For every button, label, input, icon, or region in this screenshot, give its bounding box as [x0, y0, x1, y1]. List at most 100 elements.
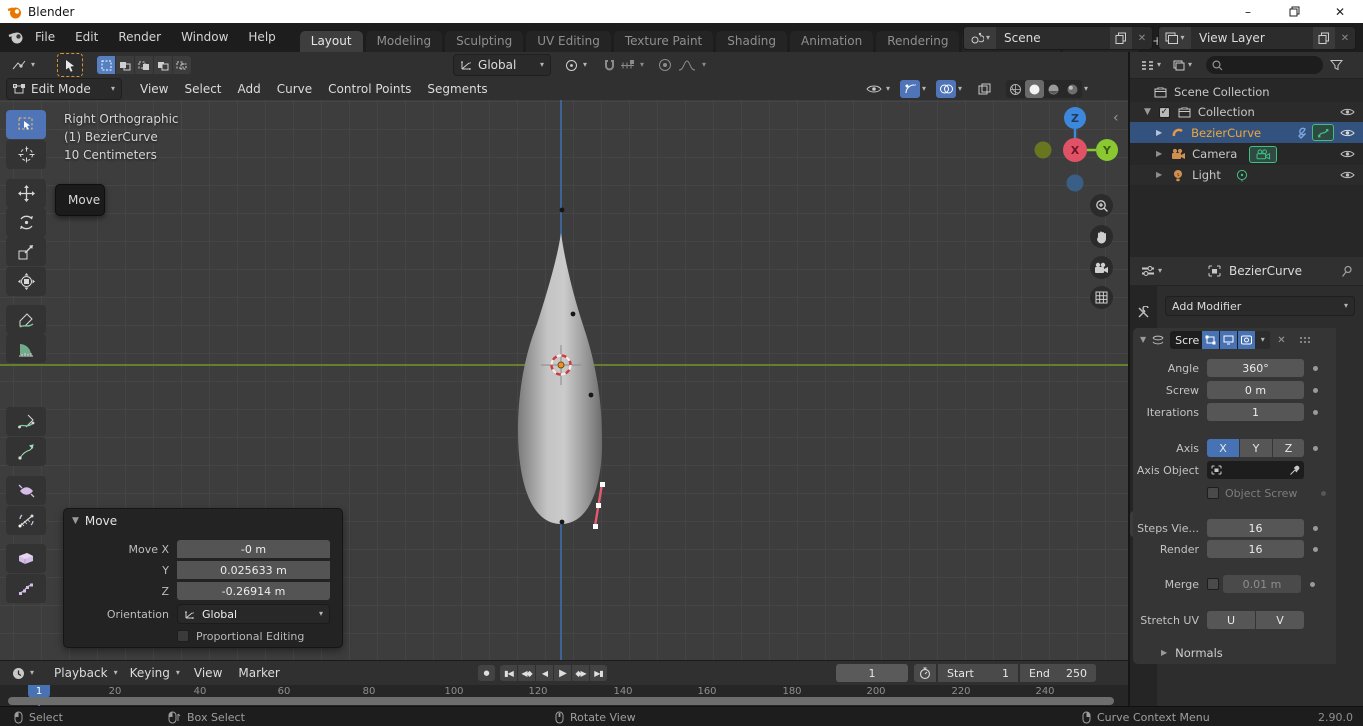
jump-to-end-button[interactable]: ▶▮: [590, 665, 607, 681]
next-keyframe-button[interactable]: ◆▶: [572, 665, 589, 681]
scene-name[interactable]: Scene: [996, 31, 1110, 45]
modifier-name-field[interactable]: Scre: [1175, 334, 1199, 347]
eye-icon[interactable]: [1340, 149, 1355, 159]
snap-magnet-icon[interactable]: [603, 59, 616, 72]
show-object-types-icon[interactable]: [866, 83, 884, 95]
normals-subpanel-header[interactable]: ▶ Normals: [1133, 643, 1336, 663]
menu-window[interactable]: Window: [171, 23, 238, 52]
iterations-field[interactable]: 1: [1207, 403, 1304, 421]
axis-z-button[interactable]: Z: [1273, 439, 1304, 457]
tab-rendering[interactable]: Rendering: [876, 31, 959, 52]
record-button[interactable]: ●: [478, 665, 495, 681]
active-tool-button[interactable]: [57, 53, 83, 77]
xray-toggle[interactable]: [974, 80, 994, 98]
end-frame-field[interactable]: End 250: [1020, 664, 1096, 682]
play-button[interactable]: ▶: [554, 665, 571, 681]
tab-tool[interactable]: [1130, 299, 1157, 325]
tool-annotate[interactable]: [6, 305, 46, 334]
stretch-v-button[interactable]: V: [1256, 611, 1304, 629]
row-collection[interactable]: ▼ ✓ Collection: [1130, 102, 1363, 122]
camera-view-control[interactable]: [1090, 256, 1113, 279]
outliner-display-mode-button[interactable]: ▾: [1135, 55, 1167, 75]
render-steps-field[interactable]: 16: [1207, 540, 1304, 558]
shading-material-button[interactable]: [1044, 80, 1063, 98]
menu-file[interactable]: File: [25, 23, 65, 52]
perspective-toggle-control[interactable]: [1090, 286, 1113, 309]
tool-cursor[interactable]: [6, 140, 46, 169]
orientation-dropdown[interactable]: Global ▾: [453, 54, 551, 76]
timeline-marker-menu[interactable]: Marker: [230, 666, 287, 680]
tool-rotate[interactable]: [6, 208, 46, 237]
animate-dot[interactable]: [1313, 526, 1318, 531]
timeline-editor-type-button[interactable]: ▾: [6, 663, 40, 683]
tool-move[interactable]: [6, 179, 46, 208]
screw-field[interactable]: 0 m: [1207, 381, 1304, 399]
pin-icon[interactable]: [1341, 265, 1353, 278]
previous-keyframe-button[interactable]: ◀◆: [518, 665, 535, 681]
gizmos-toggle[interactable]: [900, 80, 920, 98]
scene-browse-button[interactable]: ▾: [964, 27, 996, 49]
eye-icon[interactable]: [1340, 107, 1355, 117]
row-camera[interactable]: ▶ Camera: [1130, 144, 1363, 164]
object-screw-checkbox[interactable]: [1207, 487, 1219, 499]
tab-layout[interactable]: Layout: [300, 31, 363, 52]
editor-type-button[interactable]: ▾: [6, 55, 41, 75]
zoom-control[interactable]: [1090, 194, 1113, 217]
chevron-down-icon[interactable]: ▾: [922, 85, 926, 93]
tab-sculpting[interactable]: Sculpting: [445, 31, 523, 52]
disclosure-closed-icon[interactable]: ▶: [1156, 171, 1162, 179]
jump-to-start-button[interactable]: ▮◀: [500, 665, 517, 681]
display-realtime-toggle[interactable]: [1220, 331, 1237, 349]
collection-checkbox[interactable]: ✓: [1159, 107, 1170, 118]
filter-funnel-icon[interactable]: [1330, 59, 1343, 71]
proportional-editing-checkbox[interactable]: [177, 630, 189, 642]
view-layer-name[interactable]: View Layer: [1191, 31, 1313, 45]
outliner-filter-mode-button[interactable]: ▾: [1167, 55, 1198, 75]
disclosure-closed-icon[interactable]: ▶: [1156, 150, 1162, 158]
chevron-down-icon[interactable]: ▾: [886, 85, 890, 93]
view-layer-remove-button[interactable]: ✕: [1335, 33, 1355, 44]
viewport-menu-add[interactable]: Add: [230, 82, 269, 96]
blender-menu-logo-icon[interactable]: [7, 30, 25, 46]
select-mode-invert-button[interactable]: [154, 56, 172, 74]
viewport-menu-segments[interactable]: Segments: [419, 82, 495, 96]
disclosure-open-icon[interactable]: ▼: [1140, 336, 1146, 344]
navigation-gizmo[interactable]: Z Y X: [1032, 107, 1124, 197]
tool-extrude[interactable]: [6, 437, 46, 466]
move-orientation-dropdown[interactable]: Global ▾: [177, 604, 330, 624]
outliner-search[interactable]: [1206, 56, 1323, 74]
axis-object-field[interactable]: [1207, 461, 1304, 479]
menu-render[interactable]: Render: [108, 23, 171, 52]
row-scene-collection[interactable]: Scene Collection: [1130, 82, 1363, 102]
view-layer-new-button[interactable]: [1313, 27, 1335, 49]
display-in-edit-mode-toggle[interactable]: [1202, 331, 1219, 349]
animate-dot[interactable]: [1313, 388, 1318, 393]
disclosure-open-icon[interactable]: ▼: [1144, 108, 1151, 117]
animate-dot[interactable]: [1313, 366, 1318, 371]
merge-checkbox[interactable]: [1207, 578, 1219, 590]
move-y-field[interactable]: 0.025633 m: [177, 561, 330, 579]
angle-field[interactable]: 360°: [1207, 359, 1304, 377]
light-data-icon[interactable]: [1235, 169, 1249, 182]
eyedropper-icon[interactable]: [1289, 465, 1300, 476]
modifier-extras-dropdown[interactable]: ▾: [1255, 331, 1270, 349]
tool-shear[interactable]: [6, 544, 46, 573]
start-frame-field[interactable]: Start 1: [938, 664, 1018, 682]
tool-scale[interactable]: [6, 237, 46, 266]
scene-new-button[interactable]: [1110, 27, 1132, 49]
disclosure-closed-icon[interactable]: ▶: [1156, 129, 1162, 137]
keying-menu[interactable]: Keying ▾: [124, 663, 186, 683]
tool-radius[interactable]: [6, 476, 46, 505]
add-modifier-dropdown[interactable]: Add Modifier ▾: [1165, 296, 1355, 316]
chevron-down-icon[interactable]: ▾: [1084, 85, 1088, 93]
proportional-edit-icon[interactable]: [658, 58, 672, 72]
curve-data-badge[interactable]: [1312, 124, 1334, 141]
pan-control[interactable]: [1090, 225, 1113, 248]
viewport-menu-control-points[interactable]: Control Points: [320, 82, 419, 96]
tool-transform[interactable]: [6, 267, 46, 296]
camera-data-badge[interactable]: [1249, 146, 1277, 163]
mode-dropdown[interactable]: Edit Mode ▾: [6, 78, 122, 100]
move-x-field[interactable]: -0 m: [177, 540, 330, 558]
display-render-toggle[interactable]: [1238, 331, 1255, 349]
animate-dot[interactable]: [1313, 446, 1318, 451]
